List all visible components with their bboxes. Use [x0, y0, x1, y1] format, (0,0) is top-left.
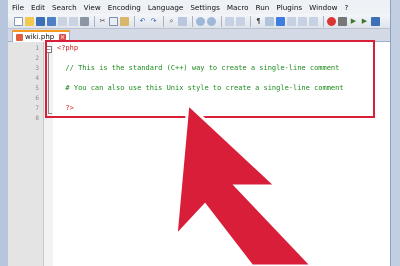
line-number: 8 — [35, 115, 39, 122]
menu-window[interactable]: Window — [309, 3, 337, 12]
menu-run[interactable]: Run — [256, 3, 270, 12]
find-icon[interactable]: ⌕ — [167, 17, 176, 26]
indent-guide-icon[interactable] — [276, 16, 285, 26]
playback-multiple-icon[interactable]: ▶ — [360, 17, 369, 26]
menu-encoding[interactable]: Encoding — [108, 3, 141, 12]
code-line: <?php — [57, 44, 79, 52]
menu-language[interactable]: Language — [148, 3, 183, 12]
paste-icon[interactable] — [120, 16, 129, 26]
new-file-icon[interactable] — [14, 16, 23, 26]
line-number: 5 — [35, 85, 39, 92]
undo-icon[interactable]: ↶ — [138, 17, 147, 26]
code-line: ?> — [57, 104, 74, 112]
save-icon[interactable] — [36, 16, 45, 26]
save-macro-icon[interactable] — [371, 16, 380, 26]
zoom-in-icon[interactable] — [196, 16, 205, 26]
file-modified-icon — [16, 33, 23, 41]
stop-icon[interactable] — [338, 16, 347, 26]
toolbar-separator — [323, 15, 324, 27]
all-chars-icon[interactable] — [265, 16, 274, 26]
sync-v-icon[interactable] — [225, 16, 234, 26]
save-all-icon[interactable] — [47, 16, 56, 26]
close-icon[interactable] — [58, 16, 67, 26]
wrap-icon[interactable]: ¶ — [254, 17, 263, 26]
toolbar-separator — [192, 15, 193, 27]
toolbar-separator — [163, 15, 164, 27]
tab-wiki-php[interactable]: wiki.php × — [12, 30, 70, 42]
fold-collapse-icon[interactable]: − — [45, 46, 52, 53]
close-tab-icon[interactable]: × — [59, 33, 66, 41]
open-file-icon[interactable] — [25, 16, 34, 26]
editor-area[interactable]: 1 2 3 4 5 6 7 8 − <?php // This is the s… — [8, 42, 390, 266]
toolbar-separator — [94, 15, 95, 27]
doc-map-icon[interactable] — [298, 16, 307, 26]
tab-label: wiki.php — [25, 33, 55, 41]
cut-icon[interactable]: ✂ — [98, 17, 107, 26]
menu-help[interactable]: ? — [344, 3, 348, 12]
window-left-edge — [0, 0, 8, 266]
menu-macro[interactable]: Macro — [227, 3, 249, 12]
close-all-icon[interactable] — [69, 16, 78, 26]
fold-line — [48, 53, 49, 113]
window-right-edge — [390, 0, 400, 266]
fold-margin: − — [44, 42, 53, 266]
menu-edit[interactable]: Edit — [31, 3, 45, 12]
copy-icon[interactable] — [109, 16, 118, 26]
menu-bar: File Edit Search View Encoding Language … — [8, 0, 390, 14]
line-number-gutter: 1 2 3 4 5 6 7 8 — [8, 42, 44, 266]
menu-settings[interactable]: Settings — [190, 3, 219, 12]
menu-view[interactable]: View — [84, 3, 101, 12]
menu-plugins[interactable]: Plugins — [276, 3, 302, 12]
zoom-out-icon[interactable] — [207, 16, 216, 26]
line-number: 1 — [35, 45, 39, 52]
function-list-icon[interactable] — [309, 16, 318, 26]
print-icon[interactable] — [80, 16, 89, 26]
fold-end — [48, 113, 52, 114]
line-number: 3 — [35, 65, 39, 72]
toolbar-separator — [250, 15, 251, 27]
line-number: 6 — [35, 95, 39, 102]
replace-icon[interactable] — [178, 16, 187, 26]
line-number: 4 — [35, 75, 39, 82]
toolbar-separator — [221, 15, 222, 27]
record-icon[interactable] — [327, 16, 336, 26]
redo-icon[interactable]: ↷ — [149, 17, 158, 26]
sync-h-icon[interactable] — [236, 16, 245, 26]
menu-file[interactable]: File — [12, 3, 24, 12]
line-number: 2 — [35, 55, 39, 62]
tab-bar: wiki.php × — [8, 29, 390, 42]
udl-icon[interactable] — [287, 16, 296, 26]
play-icon[interactable]: ▶ — [349, 17, 358, 26]
toolbar-separator — [134, 15, 135, 27]
code-line: // This is the standard (C++) way to cre… — [57, 64, 340, 72]
code-line: # You can also use this Unix style to cr… — [57, 84, 344, 92]
menu-search[interactable]: Search — [52, 3, 77, 12]
toolbar: ✂ ↶ ↷ ⌕ ¶ ▶ ▶ — [8, 14, 390, 29]
line-number: 7 — [35, 105, 39, 112]
